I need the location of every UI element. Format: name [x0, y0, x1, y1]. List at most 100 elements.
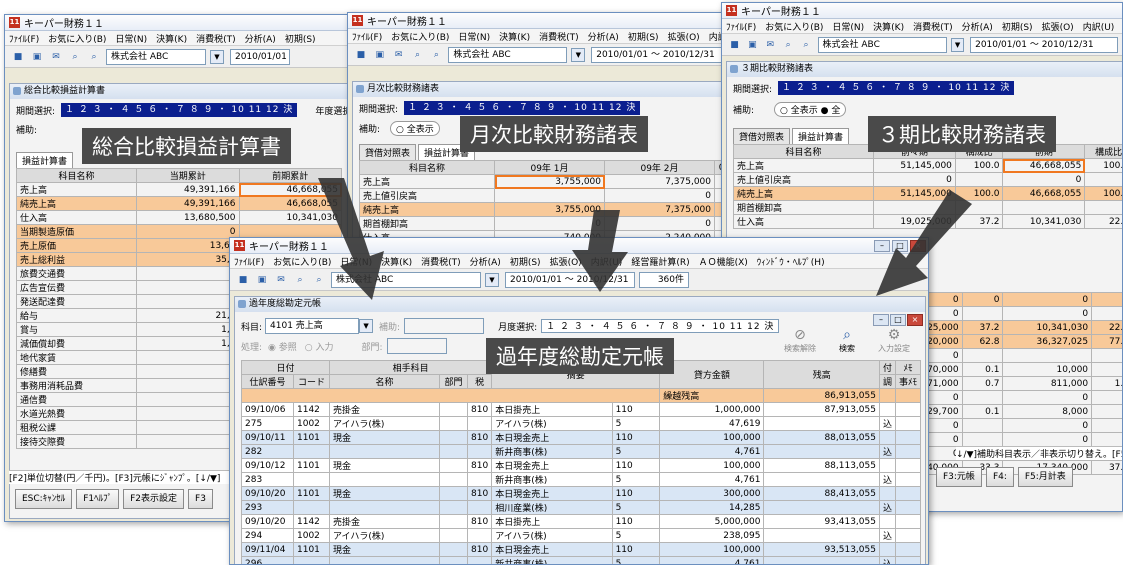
menu-item[interactable]: お気に入り(B): [48, 32, 106, 45]
period-selector[interactable]: １ ２ ３ ・ ４ ５ ６ ・ ７ ８ ９ ・ 10 11 12 決: [541, 319, 780, 333]
table-row[interactable]: 293 相川産業(株) 5 14,285 込: [241, 500, 922, 515]
search-icon[interactable]: ⌕: [68, 50, 82, 64]
menu-item[interactable]: 初期(S): [1002, 20, 1033, 33]
table-row[interactable]: 売上高 49,391,166 46,668,055: [16, 182, 342, 197]
column-header-tax[interactable]: 税: [466, 374, 493, 389]
app-titlebar[interactable]: 11 キーパー財務１１: [5, 15, 355, 31]
close-icon[interactable]: ×: [910, 240, 926, 252]
menu-item[interactable]: 経営羅計算(R): [631, 255, 689, 268]
menu-item[interactable]: 拡張(O): [1042, 20, 1074, 33]
menu-item[interactable]: 拡張(O): [668, 30, 700, 43]
function-key-button[interactable]: F2表示設定: [123, 489, 185, 509]
column-header[interactable]: 09年 1月: [494, 160, 605, 175]
table-row[interactable]: 09/10/20 1101 現金 810 本日現金売上 110 300,000 88,413,…: [241, 486, 922, 501]
search-next-icon[interactable]: ⌕: [87, 50, 101, 64]
menu-item[interactable]: ＡＯ機能(X): [699, 255, 748, 268]
menu-item[interactable]: 初期(S): [628, 30, 659, 43]
menu-item[interactable]: 初期(S): [285, 32, 316, 45]
menu-item[interactable]: 決算(K): [873, 20, 904, 33]
save-icon[interactable]: ■: [354, 48, 368, 62]
table-row[interactable]: 仕入高 13,680,500 10,341,030: [16, 210, 342, 225]
search-next-icon[interactable]: ⌕: [430, 48, 444, 62]
table-row[interactable]: 売上高51,145,000100.046,668,055100.0: [733, 158, 1122, 173]
menu-item[interactable]: 分析(A): [962, 20, 993, 33]
menu-item[interactable]: お気に入り(B): [391, 30, 449, 43]
app-titlebar[interactable]: 11 キーパー財務１１: [722, 3, 1122, 19]
table-row[interactable]: 期首棚卸高 0 0: [359, 216, 734, 231]
menu-item[interactable]: 内訳(U): [591, 255, 623, 268]
search-next-icon[interactable]: ⌕: [800, 38, 813, 52]
menu-item[interactable]: ﾌｧｲﾙ(F): [234, 255, 264, 268]
column-header-dept[interactable]: 部門: [439, 374, 468, 389]
column-header[interactable]: 科目名称: [733, 144, 874, 159]
menu-item[interactable]: 決算(K): [156, 32, 187, 45]
maximize-icon[interactable]: □: [892, 240, 908, 252]
date-range-field[interactable]: 2010/01/01 〜 2010/12/31: [230, 48, 290, 65]
table-row[interactable]: 純売上高51,145,000100.046,668,055100.0: [733, 186, 1122, 201]
radio-all[interactable]: ○ 全表示 ● 全: [774, 102, 847, 117]
chevron-down-icon[interactable]: ▼: [951, 37, 965, 52]
column-header[interactable]: 科目名称: [16, 168, 137, 183]
tab-balance-sheet[interactable]: 貸借対照表: [359, 144, 417, 160]
menu-item[interactable]: 決算(K): [381, 255, 412, 268]
menu-item[interactable]: 消費税(T): [539, 30, 579, 43]
menu-item[interactable]: 日常(N): [832, 20, 864, 33]
menu-item[interactable]: 拡張(O): [550, 255, 582, 268]
close-icon[interactable]: ×: [907, 314, 923, 326]
company-select[interactable]: 株式会社 ABC: [331, 271, 481, 288]
menu-item[interactable]: ｳｨﾝﾄﾞｳ・ﾍﾙﾌﾟ(H): [757, 255, 825, 268]
period-selector[interactable]: １ ２ ３ ・ ４ ５ ６ ・ ７ ８ ９ ・ 10 11 12 決: [778, 81, 1015, 95]
search-button[interactable]: ⌕ 検索: [825, 327, 869, 354]
chevron-down-icon[interactable]: ▼: [359, 319, 374, 333]
menu-item[interactable]: 日常(N): [340, 255, 372, 268]
chevron-down-icon[interactable]: ▼: [485, 272, 499, 287]
column-header-code[interactable]: コード: [293, 374, 330, 389]
table-row[interactable]: 純売上高 49,391,166 46,668,055: [16, 196, 342, 211]
radio-reference[interactable]: ◉ 参照: [268, 340, 297, 353]
search-icon[interactable]: ⌕: [293, 273, 307, 287]
function-key-button[interactable]: ESC:ｷｬﾝｾﾙ: [15, 489, 73, 509]
function-key-button[interactable]: F4:: [985, 467, 1014, 487]
input-settings-button[interactable]: ⚙ 入力設定: [869, 327, 919, 354]
column-header[interactable]: 09年 2月: [604, 160, 715, 175]
company-select[interactable]: 株式会社 ABC: [817, 36, 948, 53]
table-row[interactable]: 283 新井商事(株) 5 4,761 込: [241, 472, 922, 487]
company-select[interactable]: 株式会社 ABC: [106, 48, 206, 65]
menu-item[interactable]: 消費税(T): [196, 32, 236, 45]
table-row[interactable]: 期首棚卸高: [733, 200, 1122, 215]
print-icon[interactable]: ▣: [255, 273, 269, 287]
menu-item[interactable]: 分析(A): [245, 32, 276, 45]
column-header-adjust[interactable]: 調: [878, 374, 896, 389]
table-row[interactable]: 294 1002 アイハラ(株) アイハラ(株) 5 238,095 込: [241, 528, 922, 543]
date-range-field[interactable]: 2010/01/01 〜 2010/12/31: [970, 36, 1119, 53]
function-key-button[interactable]: F3: [188, 489, 213, 509]
column-header[interactable]: 当期累計: [136, 168, 240, 183]
tab-income-statement[interactable]: 損益計算書: [792, 128, 850, 144]
search-icon[interactable]: ⌕: [782, 38, 795, 52]
column-header[interactable]: 構成比: [1084, 144, 1122, 159]
table-row[interactable]: 売上高 3,755,000 7,375,000: [359, 174, 734, 189]
menu-item[interactable]: 消費税(T): [421, 255, 461, 268]
function-key-button[interactable]: F5:月計表: [1017, 467, 1073, 487]
menu-item[interactable]: 分析(A): [588, 30, 619, 43]
function-key-button[interactable]: F3:元帳: [936, 467, 982, 487]
table-row[interactable]: 09/10/06 1142 売掛金 810 本日掛売上 110 1,000,000 87,91…: [241, 402, 922, 417]
save-icon[interactable]: ■: [728, 38, 741, 52]
menu-item[interactable]: 日常(N): [458, 30, 490, 43]
table-row[interactable]: 09/11/04 1101 現金 810 本日現金売上 110 100,000 93,513,…: [241, 542, 922, 557]
column-header-date[interactable]: 日付: [241, 360, 330, 375]
print-icon[interactable]: ▣: [746, 38, 759, 52]
date-range-field[interactable]: 2010/01/01 〜 2010/12/31: [505, 271, 635, 288]
minimize-icon[interactable]: –: [874, 240, 890, 252]
clear-search-button[interactable]: ⊘ 検索解除: [775, 327, 825, 354]
tab-balance-sheet[interactable]: 貸借対照表: [733, 128, 791, 144]
save-icon[interactable]: ■: [11, 50, 25, 64]
app-titlebar[interactable]: 11 キーパー財務１１: [348, 13, 734, 29]
menu-item[interactable]: 内訳(U): [1083, 20, 1115, 33]
table-row[interactable]: 296 新井商事(株) 5 4,761 込: [241, 556, 922, 564]
menu-item[interactable]: ﾌｧｲﾙ(F): [9, 32, 39, 45]
table-row[interactable]: 売上値引戻高 0: [359, 188, 734, 203]
menu-item[interactable]: 日常(N): [115, 32, 147, 45]
column-header[interactable]: 前期累計: [238, 168, 342, 183]
column-header-memo2[interactable]: 事ﾒﾓ: [894, 374, 922, 389]
